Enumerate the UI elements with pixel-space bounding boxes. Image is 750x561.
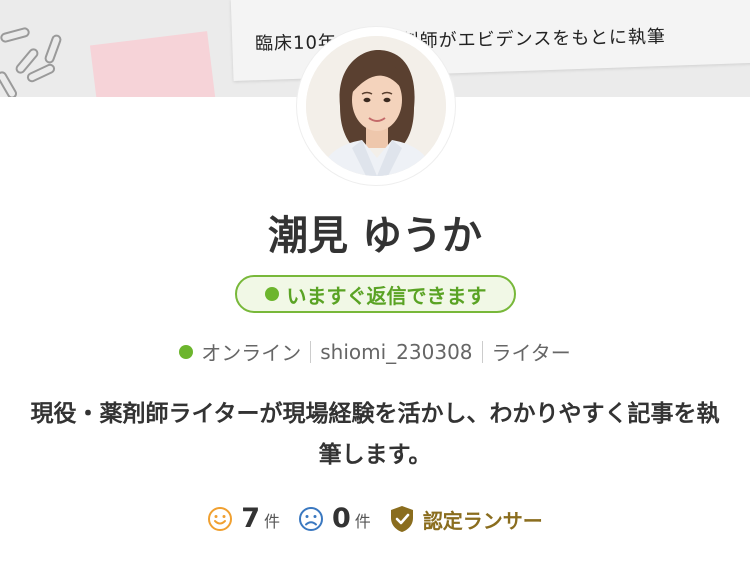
- paperclip-icon: [25, 62, 57, 84]
- paperclip-icon: [0, 69, 19, 97]
- rating-stats: 7 件 0 件 認定ランサー: [0, 503, 750, 535]
- online-status: オンライン: [201, 341, 302, 365]
- online-dot-icon: [179, 344, 194, 359]
- bad-count: 0: [332, 503, 351, 534]
- paperclip-icon: [0, 26, 31, 44]
- bad-rating[interactable]: 0 件: [298, 503, 371, 535]
- frown-icon: [299, 507, 323, 531]
- bad-unit: 件: [354, 512, 371, 531]
- status-dot-icon: [264, 287, 279, 301]
- good-unit: 件: [263, 512, 280, 531]
- profile-meta-row: オンライン shiomi_230308 ライター: [0, 337, 750, 366]
- avatar-image: [306, 36, 446, 176]
- divider: [310, 340, 312, 363]
- profile-bio: 現役・薬剤師ライターが現場経験を活かし、わかりやすく記事を執筆します。: [30, 401, 720, 468]
- avatar[interactable]: [297, 27, 455, 185]
- paperclip-icon: [43, 33, 63, 65]
- shield-check-icon: [390, 506, 413, 532]
- smile-icon: [208, 507, 233, 531]
- certified-lancer-badge[interactable]: 認定ランサー: [389, 505, 543, 534]
- profile-name: 潮見 ゆうか: [268, 213, 482, 259]
- username: shiomi_230308: [320, 339, 473, 364]
- role-label: ライター: [491, 341, 571, 365]
- banner-sticky-note: [89, 31, 219, 97]
- certified-label: 認定ランサー: [422, 508, 543, 533]
- good-count: 7: [241, 503, 260, 534]
- good-rating[interactable]: 7 件: [207, 503, 280, 535]
- reply-status-badge: いますぐ返信できます: [235, 275, 516, 313]
- divider: [481, 340, 483, 363]
- reply-status-label: いますぐ返信できます: [286, 283, 487, 308]
